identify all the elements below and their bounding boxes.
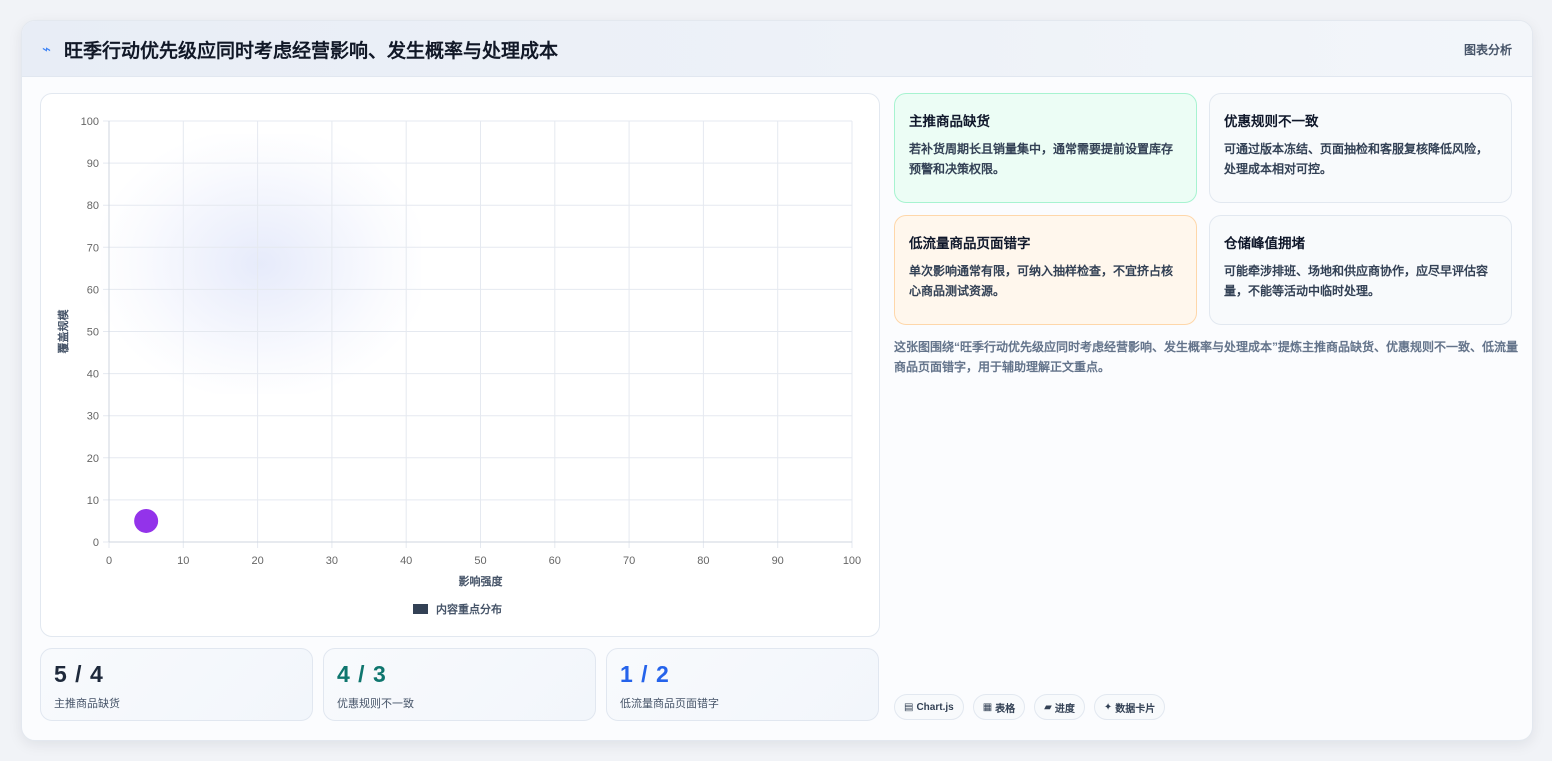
stat-label: 主推商品缺货 [54,698,120,710]
x-axis-title: 影响强度 [459,574,504,588]
y-tick-label: 100 [81,116,99,128]
x-tick-label: 90 [772,555,784,567]
y-tick-label: 90 [87,158,99,170]
x-tick-label: 80 [697,555,709,567]
data-point [134,508,159,533]
card-header: ⌁ 旺季行动优先级应同时考虑经营影响、发生概率与处理成本 图表分析 [22,21,1532,77]
tag-table[interactable]: ▦ 表格 [972,694,1026,720]
stat-card-2: 4 / 3 优惠规则不一致 [323,648,596,721]
chart-description: 这张图围绕“旺季行动优先级应同时考虑经营影响、发生概率与处理成本”提炼主推商品缺… [894,340,1519,374]
tag-progress[interactable]: ▰ 进度 [1034,694,1085,720]
note-body: 可能牵涉排班、场地和供应商协作，应尽早评估容量，不能等活动中临时处理。 [1224,264,1489,298]
scatter-chart: 0 10 20 30 40 50 60 70 80 90 100 0 10 20 30 40 50 60 70 80 9… [56,116,861,588]
y-tick-label: 40 [87,369,99,381]
x-tick-label: 100 [843,555,861,567]
note-title: 主推商品缺货 [909,114,990,129]
chart-card: ⌁ 旺季行动优先级应同时考虑经营影响、发生概率与处理成本 图表分析 0 10 20 3… [21,20,1533,741]
chart-icon: ▤ [904,701,914,713]
stat-value: 1 / 2 [620,661,670,687]
y-tick-label: 70 [87,242,99,254]
x-tick-label: 40 [400,555,412,567]
y-tick-label: 60 [87,284,99,296]
data-card-icon: ✦ [1103,701,1113,713]
stat-value: 5 / 4 [54,661,104,687]
chart-analysis-label: 图表分析 [1463,43,1512,57]
chart-panel: 0 10 20 30 40 50 60 70 80 90 100 0 10 20 30 40 50 60 70 80 9… [40,93,880,637]
tag-chartjs[interactable]: ▤ Chart.js [894,694,964,720]
note-card-1: 主推商品缺货 若补货周期长且销量集中，通常需要提前设置库存预警和决策权限。 [894,93,1197,203]
x-tick-label: 10 [177,555,189,567]
note-card-3: 低流量商品页面错字 单次影响通常有限，可纳入抽样检查，不宜挤占核心商品测试资源。 [894,215,1197,325]
note-title: 优惠规则不一致 [1224,114,1319,129]
note-body: 单次影响通常有限，可纳入抽样检查，不宜挤占核心商品测试资源。 [909,264,1174,298]
legend-swatch [413,604,428,614]
x-tick-label: 50 [474,555,486,567]
lightning-icon: ⌁ [42,41,52,58]
note-title: 低流量商品页面错字 [909,236,1031,251]
y-tick-label: 20 [87,453,99,465]
legend-label: 内容重点分布 [436,604,502,616]
note-card-2: 优惠规则不一致 可通过版本冻结、页面抽检和客服复核降低风险，处理成本相对可控。 [1209,93,1512,203]
x-tick-label: 70 [623,555,635,567]
note-card-4: 仓储峰值拥堵 可能牵涉排班、场地和供应商协作，应尽早评估容量，不能等活动中临时处… [1209,215,1512,325]
x-tick-label: 60 [549,555,561,567]
tag-data-card[interactable]: ✦ 数据卡片 [1093,694,1166,720]
y-tick-label: 50 [87,327,99,339]
stat-value: 4 / 3 [337,661,387,687]
x-tick-label: 20 [251,555,263,567]
note-title: 仓储峰值拥堵 [1224,236,1305,251]
y-tick-label: 0 [93,537,99,549]
tag-label: 表格 [995,703,1016,715]
tag-label: Chart.js [916,701,954,713]
note-body: 可通过版本冻结、页面抽检和客服复核降低风险，处理成本相对可控。 [1224,142,1489,176]
chart-legend[interactable]: 内容重点分布 [413,601,502,617]
note-body: 若补货周期长且销量集中，通常需要提前设置库存预警和决策权限。 [909,142,1174,176]
y-tick-label: 80 [87,200,99,212]
progress-icon: ▰ [1044,701,1052,713]
stat-card-3: 1 / 2 低流量商品页面错字 [606,648,879,721]
page-title: 旺季行动优先级应同时考虑经营影响、发生概率与处理成本 [64,41,559,62]
y-tick-label: 10 [87,495,99,507]
x-tick-label: 30 [326,555,338,567]
stat-label: 低流量商品页面错字 [620,698,719,710]
y-axis-title: 覆盖规模 [56,309,70,354]
table-icon: ▦ [982,701,993,713]
tag-list: ▤ Chart.js ▦ 表格 ▰ 进度 ✦ 数据卡片 [894,694,1166,720]
y-tick-label: 30 [87,411,99,423]
tag-label: 进度 [1054,703,1075,715]
x-tick-label: 0 [106,555,112,567]
tag-label: 数据卡片 [1115,703,1156,715]
stat-card-1: 5 / 4 主推商品缺货 [40,648,313,721]
stat-label: 优惠规则不一致 [337,698,414,710]
